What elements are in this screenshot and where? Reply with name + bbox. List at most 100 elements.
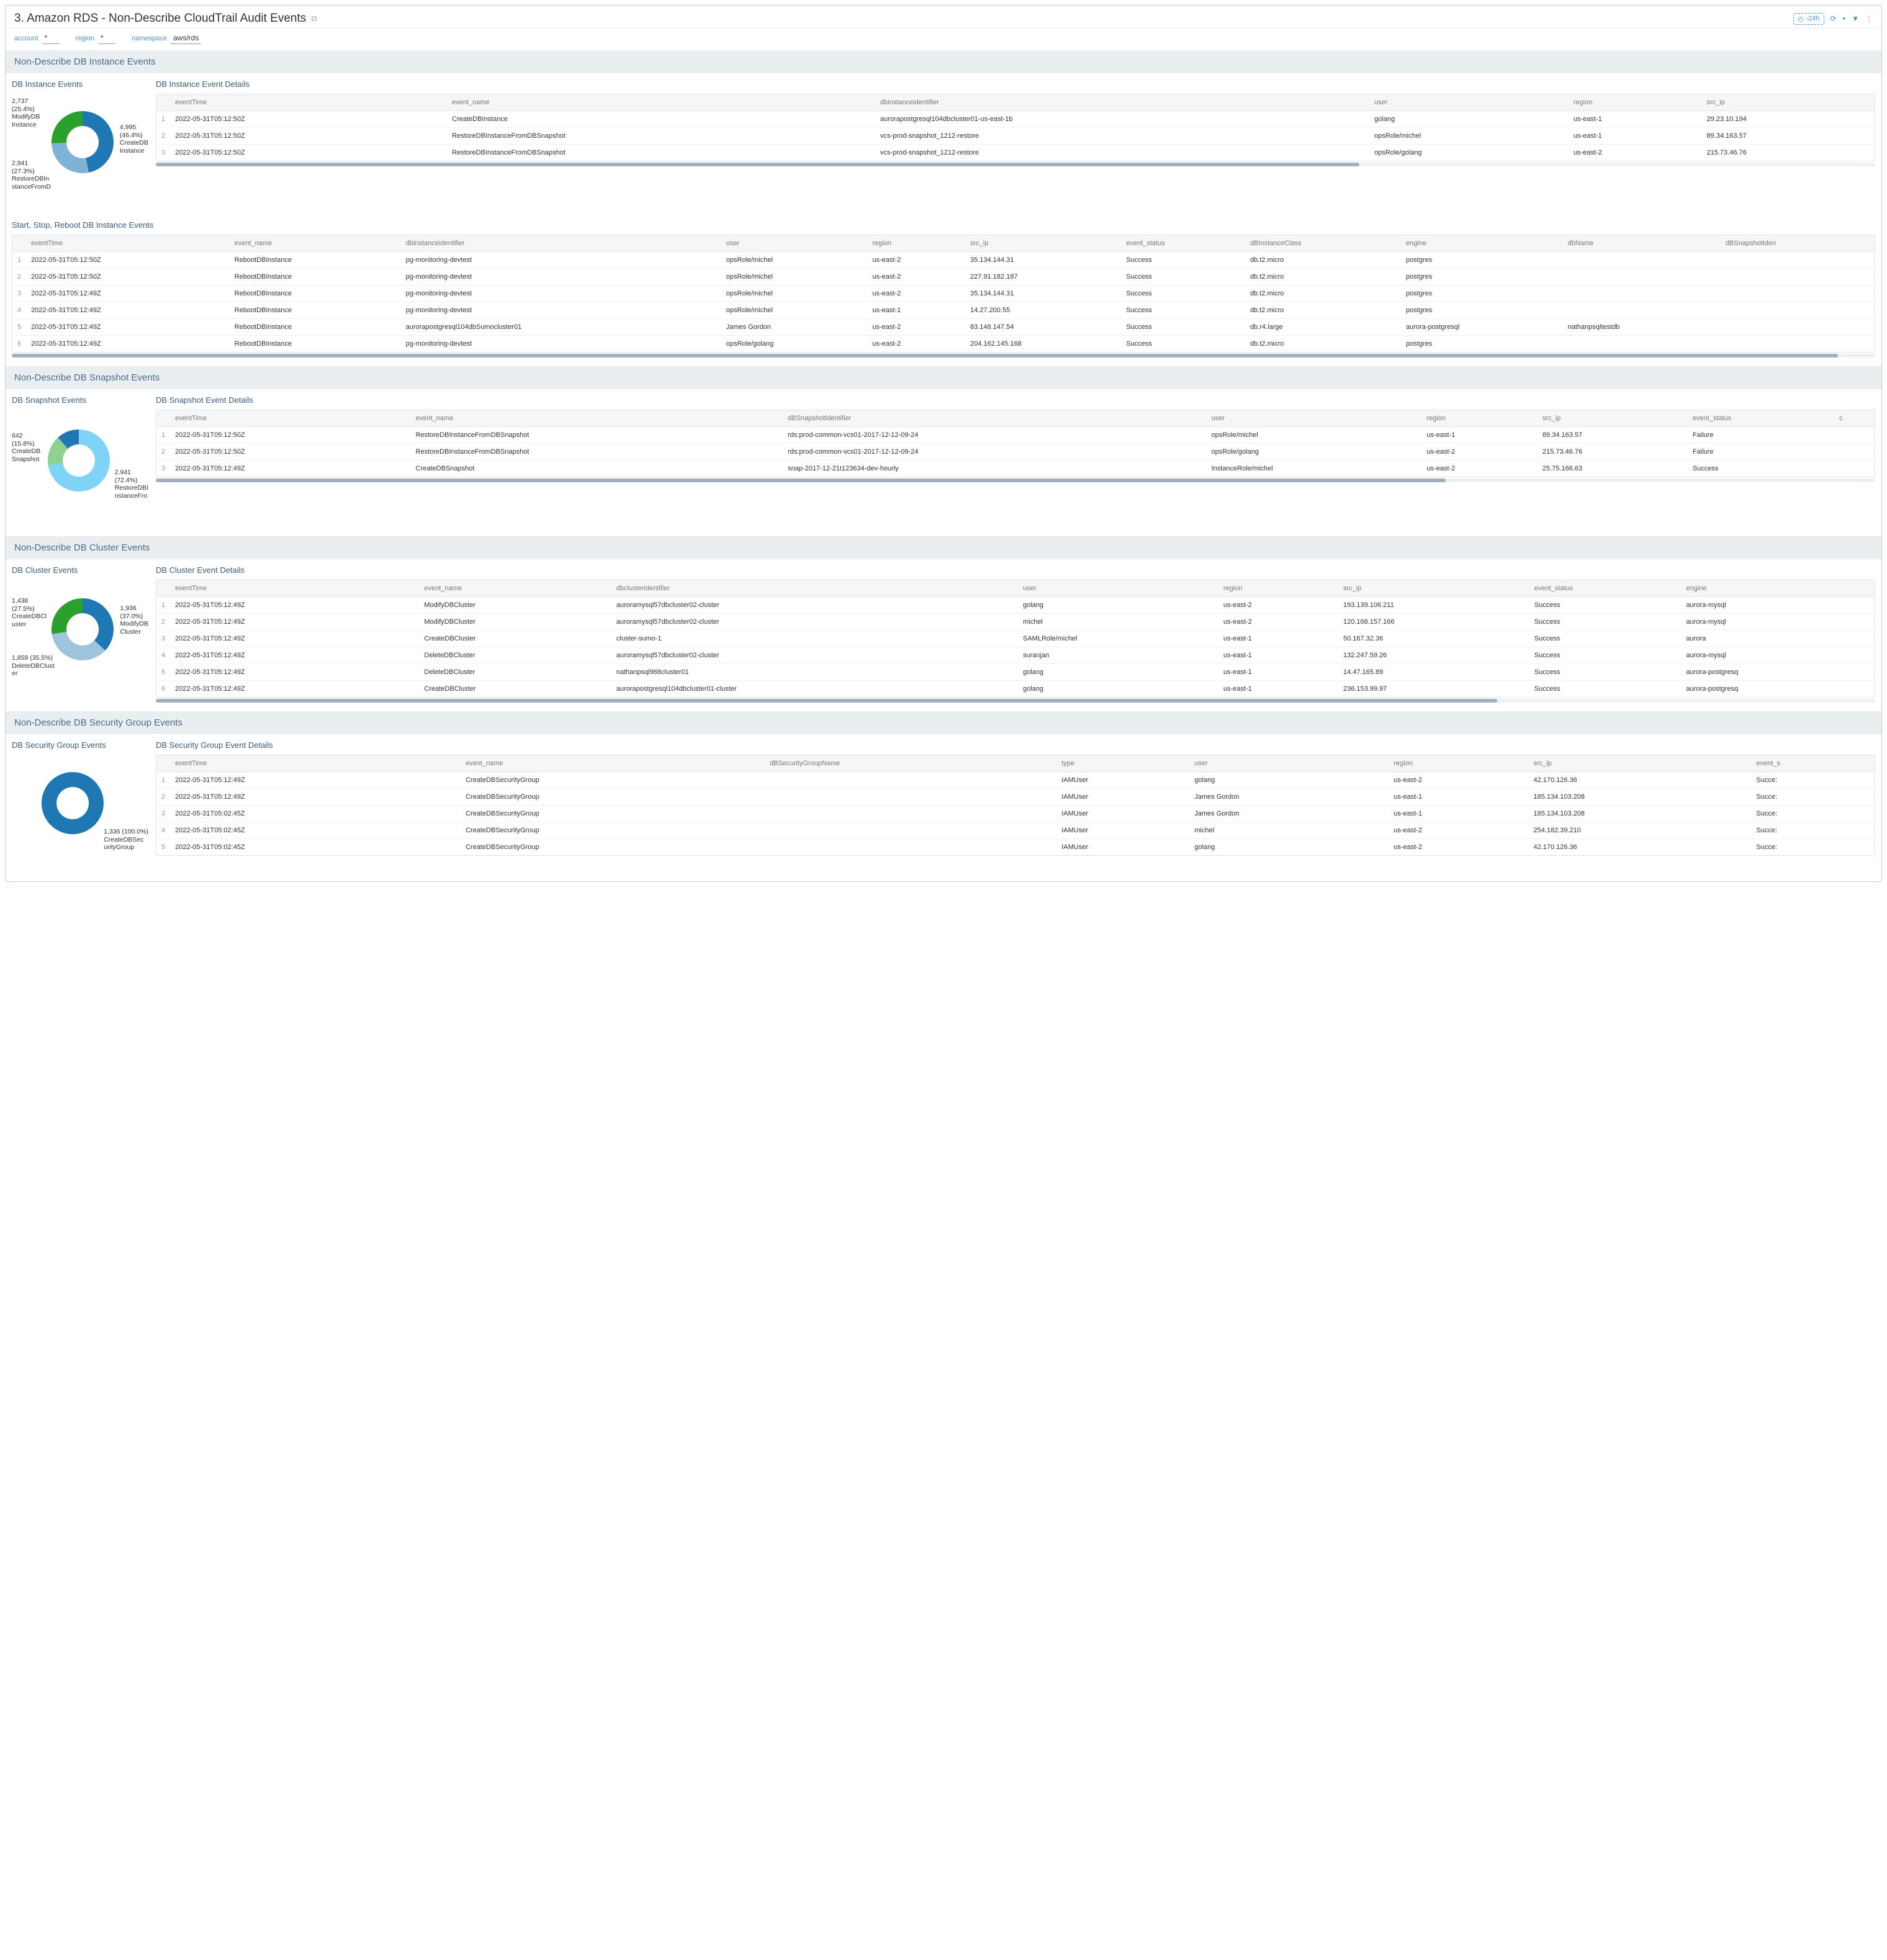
more-icon[interactable]: ⋮ (1865, 14, 1873, 23)
col-header[interactable]: engine (1401, 235, 1562, 252)
table-row[interactable]: 32022-05-31T05:12:49ZRebootDBInstancepg-… (12, 285, 1875, 302)
col-header[interactable]: eventTime (170, 580, 419, 597)
table-row[interactable]: 42022-05-31T05:02:45ZCreateDBSecurityGro… (156, 822, 1875, 839)
table-row[interactable]: 52022-05-31T05:02:45ZCreateDBSecurityGro… (156, 839, 1875, 856)
col-header[interactable]: user (1189, 755, 1389, 772)
table-cell (1721, 336, 1875, 353)
horizontal-scrollbar[interactable] (12, 354, 1875, 357)
table-cell: us-east-1 (1389, 806, 1528, 822)
table-row[interactable]: 12022-05-31T05:12:49ZModifyDBClusterauro… (156, 597, 1875, 614)
chevron-down-icon[interactable]: ▾ (1843, 16, 1846, 22)
table-row[interactable]: 32022-05-31T05:12:50ZRestoreDBInstanceFr… (156, 145, 1875, 161)
filter-icon[interactable]: ▼ (1852, 14, 1859, 23)
table-cell: opsRole/michel (721, 285, 868, 302)
col-header[interactable]: type (1056, 755, 1189, 772)
col-header[interactable]: region (867, 235, 965, 252)
col-header[interactable]: user (1018, 580, 1218, 597)
popout-icon[interactable]: ⧉ (311, 14, 317, 24)
table-cluster-details[interactable]: eventTimeevent_namedbclusteridentifierus… (156, 580, 1875, 698)
table-cell: aurora-mysql (1681, 647, 1875, 664)
donut-security[interactable]: 1,336 (100.0%) CreateDBSec urityGroup (12, 755, 148, 873)
col-header[interactable]: dBSnapshotIden (1721, 235, 1875, 252)
filter-account-input[interactable]: * (42, 34, 60, 44)
filter-region-input[interactable]: * (98, 34, 115, 44)
col-header[interactable]: event_status (1688, 410, 1834, 427)
col-header[interactable]: region (1218, 580, 1338, 597)
col-header[interactable]: user (1369, 94, 1569, 111)
filter-namespace-label: namespace (132, 35, 167, 42)
donut-cluster[interactable]: 1,438 (27.5%) CreateDBCl uster 1,936 (37… (12, 580, 148, 698)
col-header[interactable]: engine (1681, 580, 1875, 597)
table-row[interactable]: 22022-05-31T05:12:49ZCreateDBSecurityGro… (156, 789, 1875, 806)
col-header[interactable]: region (1569, 94, 1702, 111)
donut-instance[interactable]: 2,737 (25.4%) ModifyDB Instance 4,995 (4… (12, 94, 148, 212)
col-header[interactable]: event_name (419, 580, 611, 597)
col-header[interactable]: dbName (1563, 235, 1721, 252)
table-row[interactable]: 62022-05-31T05:12:49ZCreateDBClusterauro… (156, 681, 1875, 698)
table-cell: Success (1529, 647, 1682, 664)
table-row[interactable]: 32022-05-31T05:02:45ZCreateDBSecurityGro… (156, 806, 1875, 822)
table-security-details[interactable]: eventTimeevent_namedBSecurityGroupNamety… (156, 755, 1875, 856)
col-header[interactable]: event_name (461, 755, 765, 772)
horizontal-scrollbar[interactable] (156, 163, 1875, 166)
col-header[interactable]: eventTime (26, 235, 230, 252)
col-header[interactable]: src_ip (965, 235, 1121, 252)
table-row[interactable]: 12022-05-31T05:12:50ZCreateDBInstanceaur… (156, 111, 1875, 128)
col-header[interactable]: user (1206, 410, 1421, 427)
table-row[interactable]: 52022-05-31T05:12:49ZDeleteDBClusternath… (156, 664, 1875, 681)
col-header[interactable]: src_ip (1538, 410, 1688, 427)
table-row[interactable]: 32022-05-31T05:12:49ZCreateDBSnapshotsna… (156, 461, 1875, 477)
table-row[interactable]: 62022-05-31T05:12:49ZRebootDBInstancepg-… (12, 336, 1875, 353)
col-header[interactable]: src_ip (1528, 755, 1751, 772)
col-header[interactable]: c (1834, 410, 1875, 427)
table-cell: postgres (1401, 302, 1562, 319)
col-header[interactable]: region (1389, 755, 1528, 772)
table-snapshot-details[interactable]: eventTimeevent_namedBSnapshotIdentifieru… (156, 410, 1875, 477)
donut-snapshot[interactable]: 642 (15.8%) CreateDB Snapshot 2,941 (72.… (12, 410, 148, 528)
table-row[interactable]: 52022-05-31T05:12:49ZRebootDBInstanceaur… (12, 319, 1875, 336)
table-row[interactable]: 12022-05-31T05:12:49ZCreateDBSecurityGro… (156, 772, 1875, 789)
table-cell: 132.247.59.26 (1338, 647, 1529, 664)
table-row[interactable]: 22022-05-31T05:12:50ZRestoreDBInstanceFr… (156, 444, 1875, 461)
table-ssr[interactable]: eventTimeevent_namedbinstanceidentifieru… (12, 235, 1875, 353)
table-row[interactable]: 22022-05-31T05:12:50ZRebootDBInstancepg-… (12, 269, 1875, 285)
horizontal-scrollbar[interactable] (156, 479, 1875, 482)
table-cell: RebootDBInstance (230, 336, 401, 353)
col-header[interactable]: region (1421, 410, 1538, 427)
horizontal-scrollbar[interactable] (156, 699, 1875, 703)
col-header[interactable]: dBSecurityGroupName (765, 755, 1056, 772)
col-header[interactable]: dBInstanceClass (1245, 235, 1401, 252)
table-cell: Failure (1688, 444, 1834, 461)
col-header[interactable]: eventTime (170, 755, 461, 772)
col-header[interactable]: eventTime (170, 94, 447, 111)
table-instance-details[interactable]: eventTimeevent_namedbinstanceidentifieru… (156, 94, 1875, 161)
col-header[interactable]: event_name (230, 235, 401, 252)
table-row[interactable]: 22022-05-31T05:12:49ZModifyDBClusterauro… (156, 614, 1875, 631)
table-row[interactable]: 22022-05-31T05:12:50ZRestoreDBInstanceFr… (156, 128, 1875, 145)
col-header[interactable]: src_ip (1338, 580, 1529, 597)
col-header[interactable]: user (721, 235, 868, 252)
col-header[interactable]: event_name (411, 410, 783, 427)
col-header[interactable]: event_status (1529, 580, 1682, 597)
filter-namespace-input[interactable]: aws/rds (171, 34, 201, 44)
col-header[interactable]: src_ip (1702, 94, 1875, 111)
table-row[interactable]: 42022-05-31T05:12:49ZDeleteDBClusterauro… (156, 647, 1875, 664)
col-header[interactable]: dBSnapshotIdentifier (783, 410, 1206, 427)
refresh-icon[interactable]: ⟳ (1831, 14, 1837, 23)
table-row[interactable]: 42022-05-31T05:12:49ZRebootDBInstancepg-… (12, 302, 1875, 319)
table-cell: ModifyDBCluster (419, 597, 611, 614)
table-cell: InstanceRole/michel (1206, 461, 1421, 477)
table-row[interactable]: 12022-05-31T05:12:50ZRestoreDBInstanceFr… (156, 427, 1875, 444)
table-cell: 193.139.106.211 (1338, 597, 1529, 614)
table-cell: RebootDBInstance (230, 252, 401, 269)
table-row[interactable]: 12022-05-31T05:12:50ZRebootDBInstancepg-… (12, 252, 1875, 269)
col-header[interactable]: event_name (447, 94, 875, 111)
col-header[interactable]: dbclusteridentifier (611, 580, 1018, 597)
time-range-picker[interactable]: ◴ -24h (1793, 13, 1824, 25)
col-header[interactable]: dbinstanceidentifier (875, 94, 1369, 111)
col-header[interactable]: dbinstanceidentifier (401, 235, 721, 252)
col-header[interactable]: event_status (1121, 235, 1245, 252)
col-header[interactable]: eventTime (170, 410, 411, 427)
col-header[interactable]: event_s (1751, 755, 1875, 772)
table-row[interactable]: 32022-05-31T05:12:49ZCreateDBClusterclus… (156, 631, 1875, 647)
